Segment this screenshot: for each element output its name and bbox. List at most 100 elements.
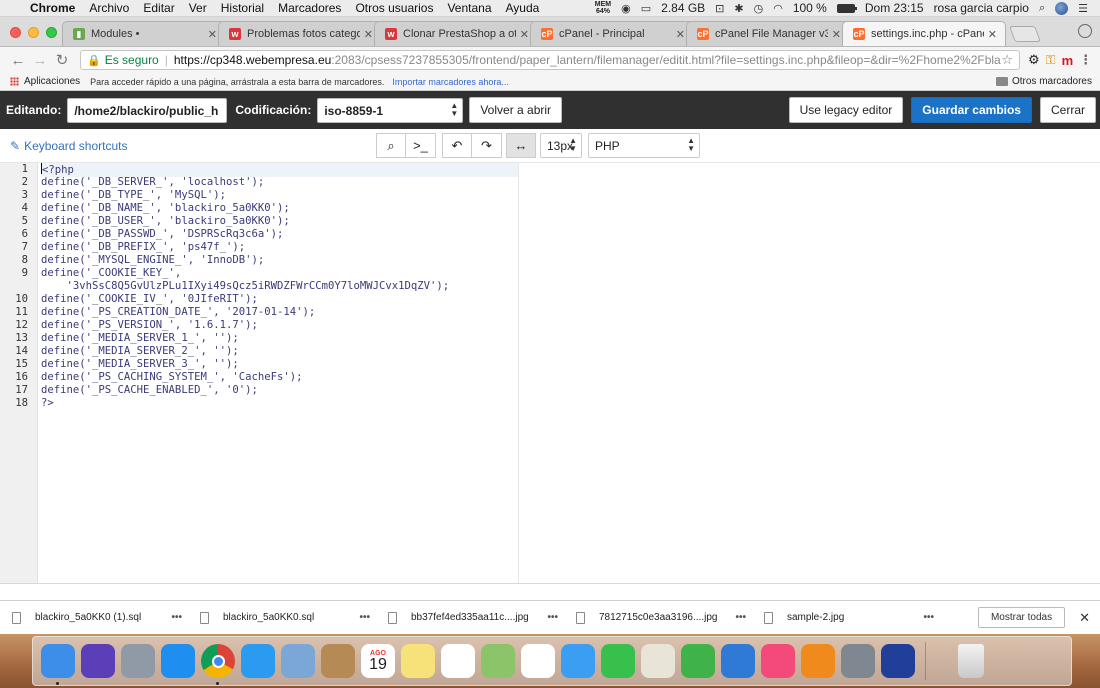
download-item[interactable]: bb37fef4ed335aa11c....jpg ••• xyxy=(388,611,576,624)
line-text[interactable]: define('_MEDIA_SERVER_2_', ''); xyxy=(41,345,239,358)
encoding-select[interactable]: iso-8859-1 ▲ ▼ xyxy=(317,97,464,123)
undo-icon[interactable]: ↶ xyxy=(442,133,472,158)
reminders-icon[interactable] xyxy=(441,644,475,678)
download-menu-icon[interactable]: ••• xyxy=(923,612,934,623)
lock-icon[interactable]: 🔒 xyxy=(87,54,101,67)
extension-key-icon[interactable]: ⚿ xyxy=(1046,52,1056,68)
code-line[interactable]: 2 define('_DB_SERVER_', 'localhost'); xyxy=(0,176,1100,189)
mail-eagle-icon[interactable] xyxy=(281,644,315,678)
browser-tab[interactable]: w Problemas fotos categorías ✕ xyxy=(218,21,382,46)
code-content[interactable]: 1 <?php 2 define('_DB_SERVER_', 'localhost'… xyxy=(0,163,1100,410)
keyboard-shortcuts-link[interactable]: ✎ Keyboard shortcuts xyxy=(10,139,127,153)
line-text[interactable]: ?> xyxy=(41,397,54,410)
tab-close-icon[interactable]: ✕ xyxy=(520,28,529,41)
memory-meter[interactable]: MEM 64% xyxy=(595,1,611,15)
code-line[interactable]: 10 define('_COOKIE_IV_', '0JIfeRIT'); xyxy=(0,293,1100,306)
menu-ver[interactable]: Ver xyxy=(189,1,207,15)
code-line[interactable]: 9 define('_COOKIE_KEY_', xyxy=(0,267,1100,280)
show-all-button[interactable]: Mostrar todas xyxy=(977,607,1066,628)
spotlight-icon[interactable]: ⌕ xyxy=(1039,2,1045,15)
window-maximize-button[interactable] xyxy=(46,27,57,38)
line-text[interactable]: define('_DB_PREFIX_', 'ps47f_'); xyxy=(41,241,245,254)
address-bar[interactable]: 🔒 Es seguro | https://cp348.webempresa.e… xyxy=(80,50,1020,70)
line-text[interactable]: define('_MEDIA_SERVER_1_', ''); xyxy=(41,332,239,345)
line-text[interactable]: define('_DB_SERVER_', 'localhost'); xyxy=(41,176,264,189)
search-icon[interactable]: ⌕ xyxy=(376,133,406,158)
tab-close-icon[interactable]: ✕ xyxy=(208,28,217,41)
url-text[interactable]: https://cp348.webempresa.eu:2083/cpsess7… xyxy=(174,53,1001,67)
code-line[interactable]: 6 define('_DB_PASSWD_', 'DSPRScRq3c6a'); xyxy=(0,228,1100,241)
new-tab-button[interactable] xyxy=(1009,26,1041,42)
facetime-icon[interactable] xyxy=(601,644,635,678)
extension-puzzle-icon[interactable]: ⚙ xyxy=(1028,52,1040,68)
line-text[interactable]: define('_DB_TYPE_', 'MySQL'); xyxy=(41,189,226,202)
code-line[interactable]: '3vhSsC8Q5GvUlzPLu1IXyi49sQcz5iRWDZFWrCC… xyxy=(0,280,1100,293)
code-line[interactable]: 11 define('_PS_CREATION_DATE_', '2017-01-… xyxy=(0,306,1100,319)
browser-tab[interactable]: w Clonar PrestaShop a otra ca ✕ xyxy=(374,21,538,46)
code-line[interactable]: 3 define('_DB_TYPE_', 'MySQL'); xyxy=(0,189,1100,202)
download-item[interactable]: 7812715c0e3aa3196....jpg ••• xyxy=(576,611,764,624)
photos-icon[interactable] xyxy=(521,644,555,678)
trash-icon[interactable] xyxy=(958,644,984,678)
menu-archivo[interactable]: Archivo xyxy=(89,1,129,15)
goto-line-icon[interactable]: >_ xyxy=(406,133,436,158)
line-text[interactable]: define('_PS_CACHE_ENABLED_', '0'); xyxy=(41,384,258,397)
code-line[interactable]: 8 define('_MYSQL_ENGINE_', 'InnoDB'); xyxy=(0,254,1100,267)
code-line[interactable]: 1 <?php xyxy=(0,163,1100,177)
safari-icon[interactable] xyxy=(241,644,275,678)
filezilla-icon[interactable] xyxy=(881,644,915,678)
timemachine-icon[interactable]: ◷ xyxy=(754,2,764,15)
browser-tab[interactable]: ▮ Modules • ✕ xyxy=(62,21,226,46)
calendar-icon[interactable]: AGO 19 xyxy=(361,644,395,678)
line-text[interactable]: define('_PS_VERSION_', '1.6.1.7'); xyxy=(41,319,258,332)
keynote-icon[interactable] xyxy=(721,644,755,678)
profile-icon[interactable] xyxy=(1078,24,1092,38)
download-menu-icon[interactable]: ••• xyxy=(735,612,746,623)
system-preferences-icon[interactable] xyxy=(841,644,875,678)
code-line[interactable]: 18 ?> xyxy=(0,397,1100,410)
contacts-icon[interactable] xyxy=(321,644,355,678)
code-line[interactable]: 5 define('_DB_USER_', 'blackiro_5a0KK0'); xyxy=(0,215,1100,228)
download-menu-icon[interactable]: ••• xyxy=(359,612,370,623)
tab-close-icon[interactable]: ✕ xyxy=(988,28,997,41)
line-text[interactable]: define('_COOKIE_KEY_', xyxy=(41,267,181,280)
other-bookmarks[interactable]: Otros marcadores xyxy=(995,76,1100,87)
ibooks-icon[interactable] xyxy=(801,644,835,678)
line-text[interactable]: define('_DB_USER_', 'blackiro_5a0KK0'); xyxy=(41,215,290,228)
textedit-icon[interactable] xyxy=(641,644,675,678)
back-arrow-icon[interactable]: ← xyxy=(8,52,28,69)
clock[interactable]: Dom 23:15 xyxy=(865,1,924,15)
menu-ventana[interactable]: Ventana xyxy=(447,1,491,15)
code-line[interactable]: 12 define('_PS_VERSION_', '1.6.1.7'); xyxy=(0,319,1100,332)
bookmark-apps[interactable]: Aplicaciones xyxy=(24,76,80,87)
menu-ayuda[interactable]: Ayuda xyxy=(506,1,540,15)
siri-icon[interactable] xyxy=(1055,1,1069,15)
storage-value[interactable]: 2.84 GB xyxy=(661,1,705,15)
file-path-field[interactable]: /home2/blackiro/public_h xyxy=(67,97,228,123)
download-menu-icon[interactable]: ••• xyxy=(171,612,182,623)
chrome-menu-icon[interactable]: ⋮ xyxy=(1079,52,1092,68)
apps-grid-icon[interactable] xyxy=(10,77,19,86)
code-line[interactable]: 4 define('_DB_NAME_', 'blackiro_5a0KK0'); xyxy=(0,202,1100,215)
browser-tab[interactable]: cP cPanel File Manager v3 ✕ xyxy=(686,21,850,46)
code-line[interactable]: 13 define('_MEDIA_SERVER_1_', ''); xyxy=(0,332,1100,345)
finder-icon[interactable] xyxy=(41,644,75,685)
word-wrap-icon[interactable]: ↔ xyxy=(506,133,536,158)
reopen-button[interactable]: Volver a abrir xyxy=(469,97,563,123)
tab-close-icon[interactable]: ✕ xyxy=(364,28,373,41)
close-button[interactable]: Cerrar xyxy=(1039,97,1096,123)
line-text[interactable]: <?php xyxy=(41,163,518,177)
notification-center-icon[interactable]: ☰ xyxy=(1078,2,1088,15)
forward-arrow-icon[interactable]: → xyxy=(30,52,50,69)
download-item[interactable]: sample-2.jpg ••• xyxy=(764,611,952,624)
battery-icon[interactable] xyxy=(836,3,857,13)
tab-close-icon[interactable]: ✕ xyxy=(676,28,685,41)
code-line[interactable]: 16 define('_PS_CACHING_SYSTEM_', 'CacheFs… xyxy=(0,371,1100,384)
extension-m-icon[interactable]: m xyxy=(1062,53,1074,68)
line-text[interactable]: define('_MEDIA_SERVER_3_', ''); xyxy=(41,358,239,371)
import-bookmarks-link[interactable]: Importar marcadores ahora... xyxy=(392,77,509,87)
code-line[interactable]: 15 define('_MEDIA_SERVER_3_', ''); xyxy=(0,358,1100,371)
code-editor[interactable]: 1 <?php 2 define('_DB_SERVER_', 'localhost'… xyxy=(0,163,1100,584)
download-menu-icon[interactable]: ••• xyxy=(547,612,558,623)
chrome-icon[interactable] xyxy=(201,644,235,685)
